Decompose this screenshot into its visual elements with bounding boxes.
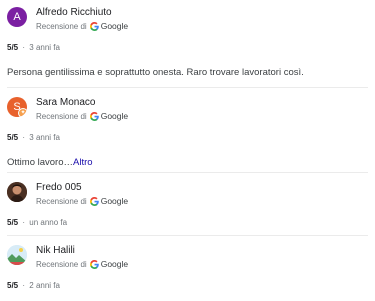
local-guide-icon: ✦ xyxy=(18,108,27,117)
source-prefix: Recensione di xyxy=(36,111,87,121)
reviewer-name[interactable]: Fredo 005 xyxy=(36,182,82,193)
meta-separator: · xyxy=(22,281,26,290)
rating-score: 5/5 xyxy=(7,133,19,142)
more-link[interactable]: Altro xyxy=(73,157,93,168)
avatar[interactable]: S ✦ xyxy=(7,97,27,117)
reviewer-name[interactable]: Nik Halili xyxy=(36,245,75,256)
source-name: Google xyxy=(100,196,129,206)
avatar[interactable] xyxy=(7,182,27,202)
meta-separator: · xyxy=(22,218,26,227)
rating-score: 5/5 xyxy=(7,218,19,227)
review-source: Recensione di Google xyxy=(36,259,128,269)
source-prefix: Recensione di xyxy=(36,259,87,269)
review-time: 3 anni fa xyxy=(29,43,60,52)
reviewer-name[interactable]: Sara Monaco xyxy=(36,97,95,108)
source-prefix: Recensione di xyxy=(36,21,87,31)
review-meta: 5/5 · 3 anni fa xyxy=(7,43,60,52)
review-time: 3 anni fa xyxy=(29,133,60,142)
google-icon xyxy=(89,21,99,31)
rating-score: 5/5 xyxy=(7,281,19,290)
avatar-letter: A xyxy=(13,11,21,23)
google-icon xyxy=(89,111,99,121)
review-meta: 5/5 · 2 anni fa xyxy=(7,281,60,290)
divider xyxy=(7,235,368,236)
source-name: Google xyxy=(100,21,129,31)
review-time: un anno fa xyxy=(29,218,68,227)
rating-score: 5/5 xyxy=(7,43,19,52)
review-meta: 5/5 · un anno fa xyxy=(7,218,67,227)
avatar[interactable] xyxy=(7,245,27,265)
review-text: Persona gentilissima e soprattutto onest… xyxy=(7,67,304,78)
review-source: Recensione di Google xyxy=(36,111,128,121)
source-name: Google xyxy=(100,111,129,121)
review-source: Recensione di Google xyxy=(36,196,128,206)
meta-separator: · xyxy=(22,43,26,52)
review-text: Ottimo lavoro…Altro xyxy=(7,157,93,168)
review-meta: 5/5 · 3 anni fa xyxy=(7,133,60,142)
google-icon xyxy=(89,259,99,269)
meta-separator: · xyxy=(22,133,26,142)
google-icon xyxy=(89,196,99,206)
source-prefix: Recensione di xyxy=(36,196,87,206)
divider xyxy=(7,172,368,173)
divider xyxy=(7,87,368,88)
review-text-content: Ottimo lavoro… xyxy=(7,157,73,168)
review-time: 2 anni fa xyxy=(29,281,60,290)
reviewer-name[interactable]: Alfredo Ricchiuto xyxy=(36,7,112,18)
profile-photo-icon xyxy=(7,182,27,202)
source-name: Google xyxy=(100,259,129,269)
review-source: Recensione di Google xyxy=(36,21,128,31)
avatar[interactable]: A xyxy=(7,7,27,27)
landscape-photo-icon xyxy=(7,245,27,265)
